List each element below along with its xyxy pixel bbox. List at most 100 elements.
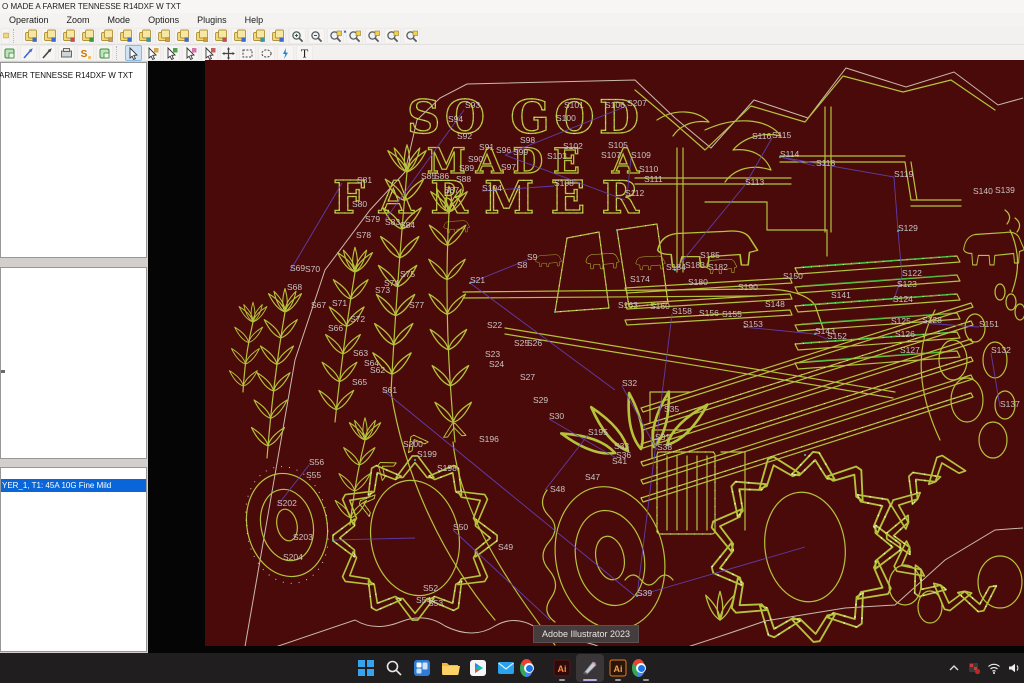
rect-select-icon[interactable] bbox=[239, 45, 256, 61]
parts-list-item[interactable]: ARMER TENNESSE R14DXF W TXT bbox=[0, 63, 146, 80]
svg-text:S70: S70 bbox=[305, 264, 320, 274]
svg-text:S128: S128 bbox=[922, 315, 942, 325]
svg-text:S94: S94 bbox=[448, 114, 463, 124]
header-text: SO GOD MADE A FARMER SO GOD FARMER bbox=[333, 90, 640, 224]
operation-selected-row[interactable]: YER_1, T1: 45A 10G Fine Mild bbox=[1, 479, 146, 492]
partial-part-icon[interactable] bbox=[1, 28, 10, 44]
paste-part-icon[interactable] bbox=[79, 28, 96, 44]
zoom-extents-icon[interactable] bbox=[346, 28, 363, 44]
tray-badge-app-icon[interactable] bbox=[964, 654, 984, 682]
zoom-window-icon[interactable] bbox=[327, 28, 344, 44]
wifi-icon[interactable] bbox=[984, 654, 1004, 682]
swoosh-shape2 bbox=[657, 112, 709, 136]
start-icon[interactable] bbox=[352, 654, 380, 682]
scale-part-icon[interactable] bbox=[193, 28, 210, 44]
menu-plugins[interactable]: Plugins bbox=[188, 15, 236, 25]
zoom-part-icon[interactable] bbox=[384, 28, 401, 44]
svg-text:S198: S198 bbox=[437, 463, 457, 473]
ellipse-select-icon[interactable] bbox=[258, 45, 275, 61]
zoom-selection-icon[interactable] bbox=[365, 28, 382, 44]
move-part-icon[interactable] bbox=[136, 28, 153, 44]
move-origin-icon[interactable] bbox=[220, 45, 237, 61]
svg-text:S83: S83 bbox=[385, 217, 400, 227]
media-play-icon[interactable] bbox=[464, 654, 492, 682]
mirror-part-icon[interactable] bbox=[174, 28, 191, 44]
ungroup-parts-icon[interactable] bbox=[250, 28, 267, 44]
rotate-part-icon[interactable] bbox=[155, 28, 172, 44]
zoom-all-icon[interactable] bbox=[403, 28, 420, 44]
menu-operation[interactable]: Operation bbox=[0, 15, 58, 25]
svg-text:S49: S49 bbox=[498, 542, 513, 552]
taskbar-tooltip: Adobe Illustrator 2023 bbox=[533, 625, 639, 643]
select-region-icon[interactable] bbox=[201, 45, 218, 61]
svg-text:S103: S103 bbox=[547, 151, 567, 161]
spline-tool-icon[interactable]: S bbox=[77, 45, 94, 61]
mail-icon[interactable] bbox=[492, 654, 520, 682]
svg-text:S72: S72 bbox=[350, 314, 365, 324]
group-parts-icon[interactable] bbox=[231, 28, 248, 44]
jet-arrow-icon[interactable] bbox=[20, 45, 37, 61]
menu-mode[interactable]: Mode bbox=[99, 15, 140, 25]
widgets-icon[interactable] bbox=[408, 654, 436, 682]
svg-text:S155: S155 bbox=[722, 309, 742, 319]
select-direction-icon[interactable] bbox=[163, 45, 180, 61]
svg-text:S92: S92 bbox=[457, 131, 472, 141]
search-icon[interactable] bbox=[380, 654, 408, 682]
svg-text:S35: S35 bbox=[664, 404, 679, 414]
svg-text:S113: S113 bbox=[745, 177, 764, 187]
menu-zoom[interactable]: Zoom bbox=[58, 15, 99, 25]
drawing-canvas[interactable]: SO GOD MADE A FARMER SO GOD FARMER bbox=[205, 60, 1024, 646]
illustrator-orange-icon[interactable]: Ai bbox=[604, 654, 632, 682]
svg-text:S84: S84 bbox=[400, 220, 415, 230]
parts-list-panel[interactable]: ARMER TENNESSE R14DXF W TXT bbox=[0, 62, 147, 258]
sep bbox=[13, 29, 19, 43]
file-explorer-icon[interactable] bbox=[436, 654, 464, 682]
swoosh-shape bbox=[705, 121, 781, 182]
chrome-icon[interactable] bbox=[520, 654, 548, 682]
align-parts-icon[interactable] bbox=[212, 28, 229, 44]
svg-text:S61: S61 bbox=[382, 385, 397, 395]
menu-options[interactable]: Options bbox=[139, 15, 188, 25]
operations-panel[interactable]: YER_1, T1: 45A 10G Fine Mild bbox=[0, 467, 147, 652]
svg-text:S68: S68 bbox=[287, 282, 302, 292]
contour-tool-icon[interactable] bbox=[1, 45, 18, 61]
add-part-icon[interactable] bbox=[41, 28, 58, 44]
copy-part-icon[interactable] bbox=[60, 28, 77, 44]
select-order-icon[interactable] bbox=[182, 45, 199, 61]
svg-text:S80: S80 bbox=[352, 199, 367, 209]
zoom-in-icon[interactable] bbox=[289, 28, 306, 44]
svg-text:S203: S203 bbox=[293, 532, 313, 542]
svg-text:S140: S140 bbox=[973, 186, 993, 196]
svg-text:S118: S118 bbox=[816, 158, 835, 168]
zoom-out-icon[interactable] bbox=[308, 28, 325, 44]
illustrator-maroon-icon[interactable]: Ai bbox=[548, 654, 576, 682]
sheetcam-knife-icon[interactable] bbox=[576, 654, 604, 682]
chrome2-icon[interactable] bbox=[632, 654, 660, 682]
jet-arrow2-icon[interactable] bbox=[39, 45, 56, 61]
text-tool-icon[interactable]: T bbox=[296, 45, 313, 61]
nest-parts-icon[interactable] bbox=[269, 28, 286, 44]
svg-text:S200: S200 bbox=[403, 439, 423, 449]
tray-chevron-icon[interactable] bbox=[944, 654, 964, 682]
part-preview-panel[interactable] bbox=[0, 267, 147, 459]
measure-bolt-icon[interactable] bbox=[277, 45, 294, 61]
contour-tool2-icon[interactable] bbox=[96, 45, 113, 61]
svg-text:S77: S77 bbox=[409, 300, 424, 310]
array-copy-icon[interactable] bbox=[117, 28, 134, 44]
svg-text:S26: S26 bbox=[527, 338, 542, 348]
select-start-icon[interactable] bbox=[144, 45, 161, 61]
svg-text:S180: S180 bbox=[688, 277, 708, 287]
import-part-icon[interactable] bbox=[22, 28, 39, 44]
duplicate-part-icon[interactable] bbox=[98, 28, 115, 44]
svg-text:S105: S105 bbox=[608, 140, 628, 150]
select-cursor-icon[interactable] bbox=[125, 45, 142, 61]
svg-text:S62: S62 bbox=[370, 365, 385, 375]
machine-setup-icon[interactable] bbox=[58, 45, 75, 61]
svg-text:S101: S101 bbox=[564, 100, 584, 110]
svg-text:S148: S148 bbox=[765, 299, 785, 309]
svg-text:S204: S204 bbox=[283, 552, 303, 562]
menu-help[interactable]: Help bbox=[236, 15, 273, 25]
volume-icon[interactable] bbox=[1004, 654, 1024, 682]
hook-curve2 bbox=[1010, 230, 1018, 292]
svg-text:S124: S124 bbox=[893, 294, 913, 304]
